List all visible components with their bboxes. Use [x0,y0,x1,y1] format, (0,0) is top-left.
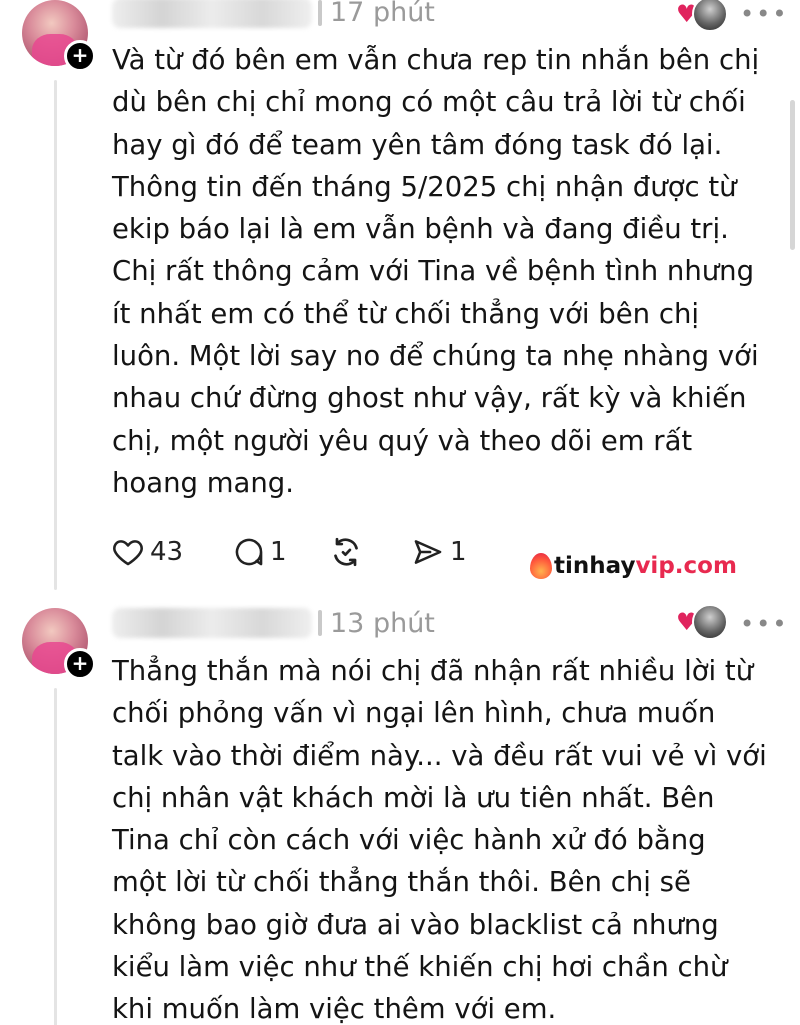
timestamp: 17 phút [330,0,435,28]
author-liked-indicator: ♥ [676,604,730,640]
comment-text-line: chối phỏng vấn vì ngại lên hình, chưa mu… [112,697,716,730]
comment-text-line: hoang mang. [112,466,294,499]
repost-icon [334,537,358,567]
share-count: 1 [450,537,467,567]
author-liked-indicator: ♥ [676,0,730,32]
flame-logo-icon [530,553,552,579]
timestamp: 13 phút [330,608,435,639]
more-icon[interactable]: ••• [740,612,788,636]
comment-post: + ngangiangihihi 17 phút ♥ ••• Và từ đó … [0,0,800,600]
comment-text-line: Tina chỉ còn cách với việc hành xử đó bằ… [112,824,706,857]
heart-icon [113,540,143,566]
username[interactable]: ngangiangihihi [112,0,312,28]
scrollbar[interactable] [790,100,795,250]
watermark: tinhay vip .com [530,548,737,584]
follow-plus-icon[interactable]: + [64,40,96,72]
comment-post: + ngangiangihihi 13 phút ♥ ••• Thẳng thắ… [0,600,800,1025]
comment-text-line: Thông tin đến tháng 5/2025 chị nhận được… [112,170,737,203]
comment-text-line: talk vào thời điểm này... và đều rất vui… [112,739,767,772]
comment-text-line: một lời từ chối thẳng thắn thôi. Bên chị… [112,866,691,899]
comment-icon [235,538,263,566]
reply-count: 1 [270,537,287,567]
threads-comment-page: + ngangiangihihi 17 phút ♥ ••• Và từ đó … [0,0,800,1025]
comment-text-line: ekip báo lại là em vẫn bệnh và đang điều… [112,213,729,246]
action-bar: 43 1 1 [110,532,530,572]
repost-button[interactable] [328,532,364,572]
follow-plus-icon[interactable]: + [64,648,96,680]
username[interactable]: ngangiangihihi [112,608,312,638]
comment-text: Thẳng thắn mà nói chị đã nhận rất nhiều … [112,650,782,1025]
comment-text-line: ít nhất em có thể từ chối thẳng với bên … [112,297,700,330]
comment-text-line: dù bên chị chỉ mong có một câu trả lời t… [112,86,746,119]
thread-line [54,688,57,1025]
thread-line [54,80,57,590]
comment-text-line: chị nhân vật khách mời là ưu tiên nhất. … [112,781,715,814]
comment-text-line: chị, một người yêu quý và theo dõi em rấ… [112,424,693,457]
author-mini-avatar [692,0,728,32]
comment-text: Và từ đó bên em vẫn chưa rep tin nhắn bê… [112,39,782,504]
reply-button[interactable]: 1 [232,532,287,572]
comment-text-line: nhau chứ đừng ghost như vậy, rất kỳ và k… [112,382,747,415]
watermark-main: tinhay [554,553,636,579]
username-divider [318,610,322,636]
like-count: 43 [150,537,184,567]
watermark-tld: .com [674,553,737,579]
comment-text-line: khi muốn làm việc thêm với em. [112,993,557,1025]
share-button[interactable]: 1 [410,532,467,572]
comment-text-line: Và từ đó bên em vẫn chưa rep tin nhắn bê… [112,44,760,76]
watermark-vip: vip [635,553,675,579]
comment-text-line: không bao giờ đưa ai vào blacklist cả nh… [112,908,719,941]
comment-text-line: Chị rất thông cảm với Tina về bệnh tình … [112,255,755,288]
username-divider [318,0,322,26]
author-mini-avatar [692,604,728,640]
comment-text-line: kiểu làm việc như thế khiến chị hơi chần… [112,951,728,984]
like-button[interactable]: 43 [110,532,183,572]
more-icon[interactable]: ••• [740,2,788,26]
comment-text-line: luôn. Một lời say no để chúng ta nhẹ nhà… [112,340,759,373]
comment-text-line: Thẳng thắn mà nói chị đã nhận rất nhiều … [112,655,754,687]
share-icon [414,540,442,564]
comment-text-line: hay gì đó để team yên tâm đóng task đó l… [112,128,723,161]
